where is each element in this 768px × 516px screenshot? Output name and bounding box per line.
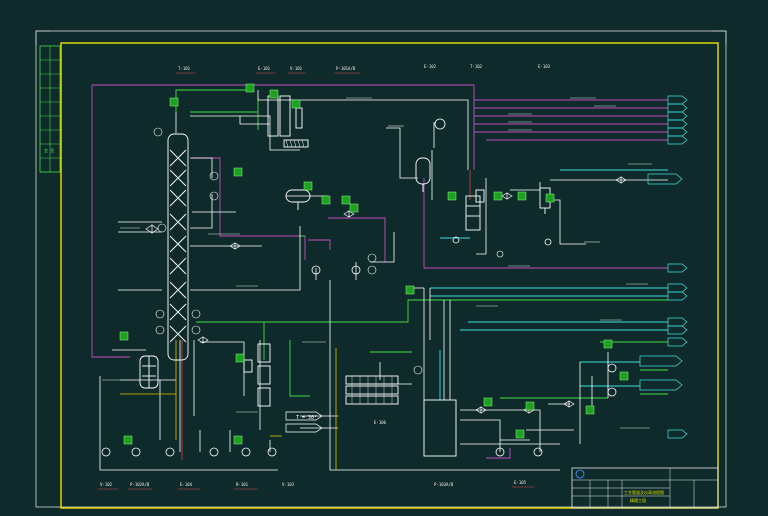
company-logo-icon: [575, 469, 585, 479]
side-strip-text: 会 签: [44, 147, 54, 153]
tag-p102: P-102A/B: [130, 482, 150, 487]
tag-r101: R-101: [236, 482, 249, 487]
tag-v102: V-102: [100, 482, 113, 487]
side-signoff-strip: 会 签: [39, 45, 61, 173]
distillation-column: [167, 133, 189, 361]
stacked-exchangers: [243, 343, 271, 407]
tag-e105: E-105: [514, 480, 527, 485]
tag-v101: V-101: [290, 66, 303, 71]
cooler-label: E-106: [374, 420, 387, 425]
tag-t102: T-102: [470, 64, 483, 69]
title-block-sub: 精馏工段: [630, 497, 646, 503]
line-number-marks: [102, 97, 652, 429]
tag-underlines: [98, 72, 534, 490]
instrument-bubbles: [153, 127, 504, 375]
process-lines: [99, 90, 668, 471]
tag-e104: E-104: [180, 482, 193, 487]
reflux-drum-label: T = 30°: [296, 415, 317, 421]
inner-border: [60, 42, 719, 509]
tag-p103: P-103A/B: [434, 482, 454, 487]
storage-tank: [423, 399, 457, 457]
tag-t101: T-101: [178, 66, 191, 71]
outer-frame: [35, 30, 727, 508]
signal-lines: [120, 170, 471, 470]
instrument-tags: [119, 83, 629, 445]
reflux-drum: [285, 189, 311, 210]
tag-e101: E-101: [258, 66, 271, 71]
flash-vessel: [415, 157, 431, 192]
side-exchanger: [465, 189, 485, 231]
offpage-connectors: [639, 95, 688, 439]
tube-exchangers: [345, 375, 399, 405]
tag-e103: E-103: [538, 64, 551, 69]
utility-lines: [175, 89, 668, 399]
pid-svg: 会 签 T = 30° T-101 E-101 V-101 P-101A/B E…: [35, 30, 727, 509]
steam-lines: [91, 84, 668, 459]
tag-p101: P-101A/B: [336, 66, 356, 71]
pid-drawing: 会 签 T = 30° T-101 E-101 V-101 P-101A/B E…: [0, 0, 768, 512]
title-block: 工艺管道及仪表流程图 精馏工段: [571, 467, 719, 509]
tag-e102: E-102: [424, 64, 437, 69]
tag-v103: V-103: [282, 482, 295, 487]
overhead-condenser: [267, 95, 309, 148]
pumps: [101, 118, 617, 457]
title-block-title: 工艺管道及仪表流程图: [624, 489, 664, 495]
reboiler: [139, 355, 159, 389]
